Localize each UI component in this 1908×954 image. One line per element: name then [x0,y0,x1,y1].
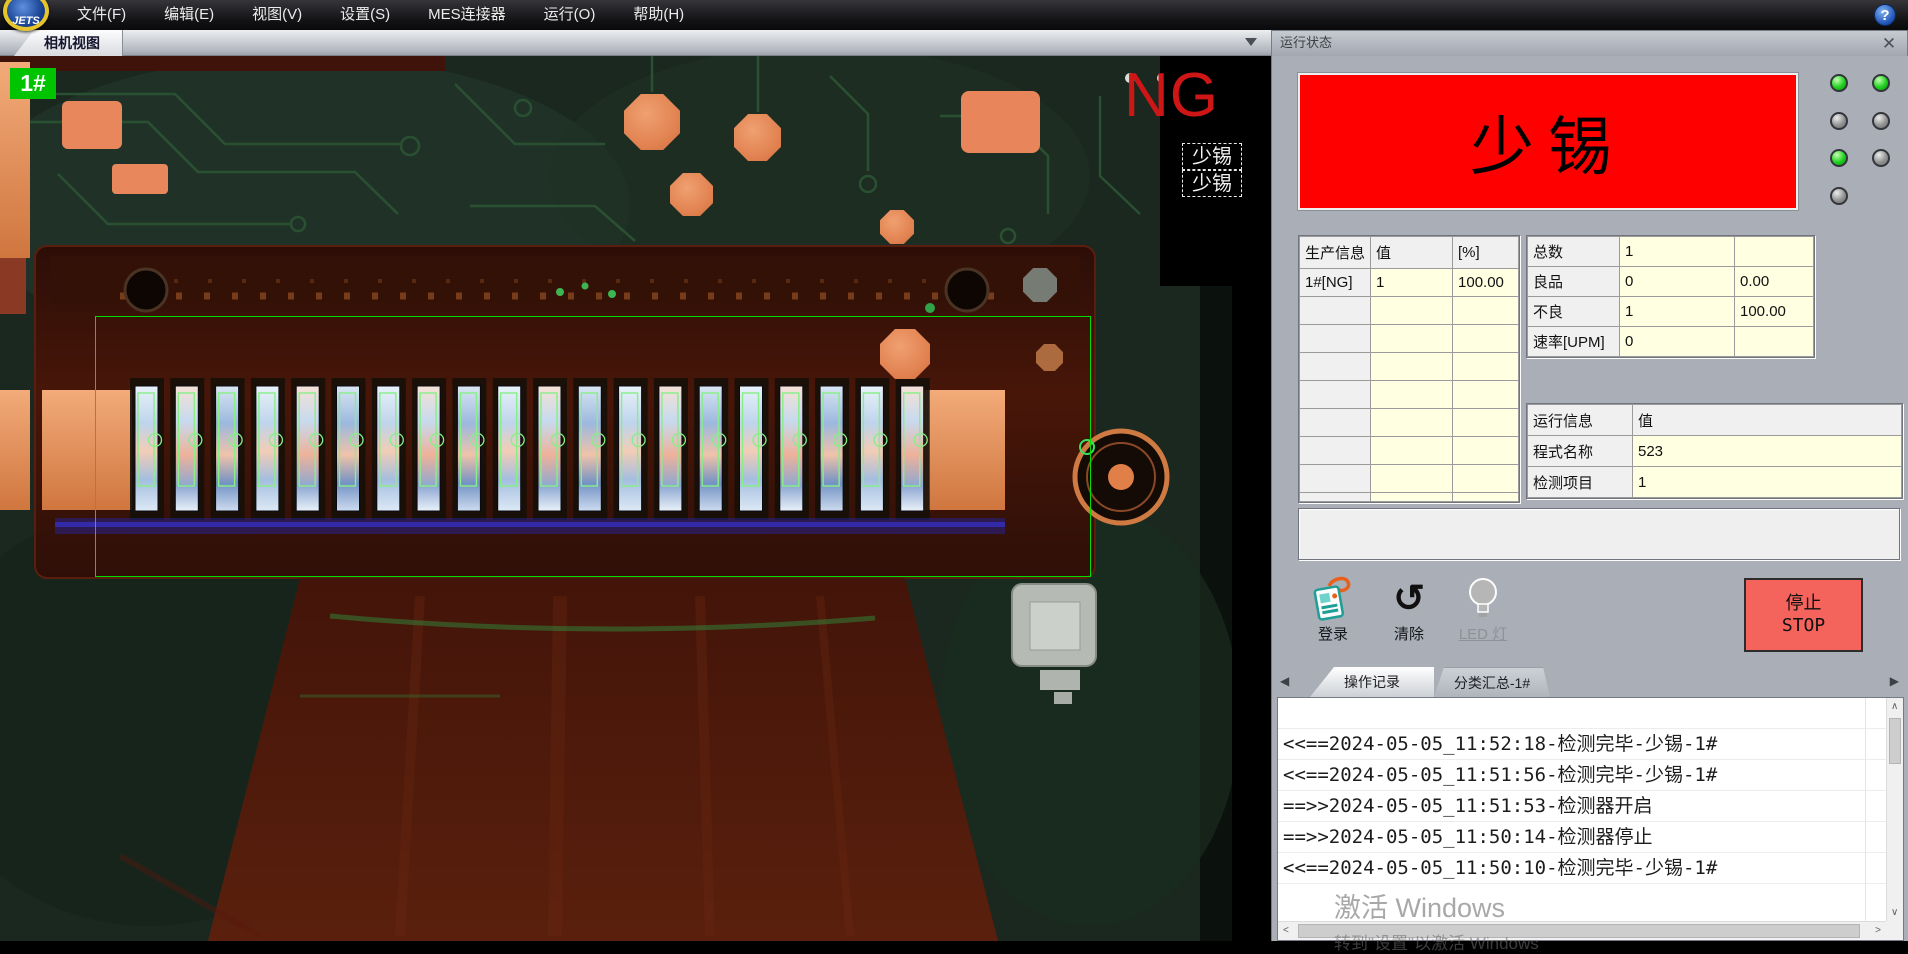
defect-banner-text: 少锡 [1470,96,1626,188]
tab-scroll-right-icon[interactable]: ▶ [1890,674,1899,688]
menu-view[interactable]: 视图(V) [233,0,321,30]
log-tabbar: ◀ 操作记录 分类汇总-1# ▶ [1272,665,1908,697]
led-indicator [1830,112,1848,130]
led-indicator [1872,74,1890,92]
table-row: 良品 0 0.00 [1528,267,1814,297]
log-row: <<==2024-05-05_11:50:10-检测完毕-少锡-1# [1278,853,1886,884]
scroll-up-icon[interactable]: ∧ [1891,701,1898,712]
status-panel: 少锡 生产信息 值 [%] 1#[NG] 1 100.00 [1271,56,1908,941]
camera-tabbar: 相机视图 [0,30,1271,56]
defect-label: 少锡 [1182,143,1242,170]
table-row: 速率[UPM] 0 [1528,327,1814,357]
app-logo-icon: JETS [3,0,49,31]
led-indicator [1830,74,1848,92]
badge-icon [1298,576,1368,622]
log-column-rule [1865,698,1866,921]
col-header: [%] [1453,237,1519,269]
production-table: 生产信息 值 [%] 1#[NG] 1 100.00 [1298,235,1520,503]
col-header: 运行信息 [1528,405,1633,436]
result-text: NG [1124,60,1219,131]
menu-file[interactable]: 文件(F) [58,0,145,30]
table-row: 不良 1 100.00 [1528,297,1814,327]
menu-bar: JETS 文件(F) 编辑(E) 视图(V) 设置(S) MES连接器 运行(O… [0,0,1908,30]
menu-run[interactable]: 运行(O) [525,0,615,30]
defect-banner: 少锡 [1298,73,1798,210]
status-panel-title: 运行状态 [1280,35,1332,50]
camera-view: 1# NG 少锡 少锡 [0,56,1271,941]
table-row [1300,493,1519,502]
login-label: 登录 [1298,623,1368,644]
table-row [1300,409,1519,437]
station-marker: 1# [10,68,56,99]
tab-scroll-left-icon[interactable]: ◀ [1280,674,1289,688]
help-icon[interactable]: ? [1874,4,1896,26]
col-header: 值 [1633,405,1902,436]
stop-label-cn: 停止 [1786,593,1822,616]
table-row [1300,325,1519,353]
menu-mes[interactable]: MES连接器 [409,0,525,30]
chevron-down-icon[interactable] [1245,38,1257,46]
led-indicator [1830,187,1848,205]
scroll-down-icon[interactable]: ∨ [1891,907,1898,918]
led-indicator [1872,149,1890,167]
table-row [1300,465,1519,493]
log-row: ==>>2024-05-05_11:50:14-检测器停止 [1278,822,1886,853]
menu-items: 文件(F) 编辑(E) 视图(V) 设置(S) MES连接器 运行(O) 帮助(… [58,0,703,30]
tab-operation-log[interactable]: 操作记录 [1310,667,1434,697]
octagon-pad [624,94,680,150]
scrollbar-corner [1886,921,1903,940]
scroll-left-icon[interactable]: < [1283,925,1289,936]
table-row [1300,381,1519,409]
menu-edit[interactable]: 编辑(E) [145,0,233,30]
menu-help[interactable]: 帮助(H) [614,0,703,30]
led-indicator [1872,112,1890,130]
led-light-button[interactable]: LED 灯 [1448,576,1518,644]
stop-label-en: STOP [1782,615,1825,638]
col-header: 生产信息 [1300,237,1371,269]
tab-camera-view[interactable]: 相机视图 [14,30,123,56]
led-light-label: LED 灯 [1448,623,1518,644]
table-row [1300,437,1519,465]
scroll-right-icon[interactable]: > [1875,925,1881,936]
operation-log-list: <<==2024-05-05_11:52:18-检测完毕-少锡-1# <<==2… [1277,697,1904,941]
log-row: <<==2024-05-05_11:52:18-检测完毕-少锡-1# [1278,729,1886,760]
tab-class-summary[interactable]: 分类汇总-1# [1434,667,1550,697]
run-info-table: 运行信息 值 程式名称 523 检测项目 1 [1526,403,1903,499]
menu-settings[interactable]: 设置(S) [321,0,409,30]
table-row: 程式名称 523 [1528,436,1902,467]
message-box [1298,508,1900,560]
clear-button[interactable]: ↺ 清除 [1374,576,1444,644]
inspection-roi-rectangle [95,316,1091,577]
login-button[interactable]: 登录 [1298,576,1368,644]
table-row: 总数 1 [1528,237,1814,267]
led-indicator [1830,149,1848,167]
table-row: 检测项目 1 [1528,467,1902,498]
vertical-scroll-thumb[interactable] [1889,718,1901,764]
log-lines: <<==2024-05-05_11:52:18-检测完毕-少锡-1# <<==2… [1278,698,1886,921]
stop-button[interactable]: 停止 STOP [1744,578,1863,652]
table-row: 1#[NG] 1 100.00 [1300,269,1519,297]
vertical-scrollbar[interactable]: ∧ ∨ [1886,698,1903,921]
horizontal-scrollbar[interactable]: < > [1278,921,1886,940]
statistics-table: 总数 1 良品 0 0.00 不良 1 100.00 速率[UPM] 0 [1526,235,1815,358]
log-row [1278,698,1886,729]
col-header: 值 [1371,237,1453,269]
horizontal-scroll-thumb[interactable] [1298,924,1860,938]
clear-icon: ↺ [1393,579,1425,619]
log-row: ==>>2024-05-05_11:51:53-检测器开启 [1278,791,1886,822]
clear-label: 清除 [1374,623,1444,644]
log-row: <<==2024-05-05_11:51:56-检测完毕-少锡-1# [1278,760,1886,791]
bulb-icon [1448,576,1518,622]
close-icon[interactable]: ✕ [1879,34,1899,54]
defect-label: 少锡 [1182,170,1242,197]
status-panel-titlebar: 运行状态 ✕ [1271,30,1908,56]
octagon-pad [670,173,713,216]
table-row [1300,353,1519,381]
table-row [1300,297,1519,325]
